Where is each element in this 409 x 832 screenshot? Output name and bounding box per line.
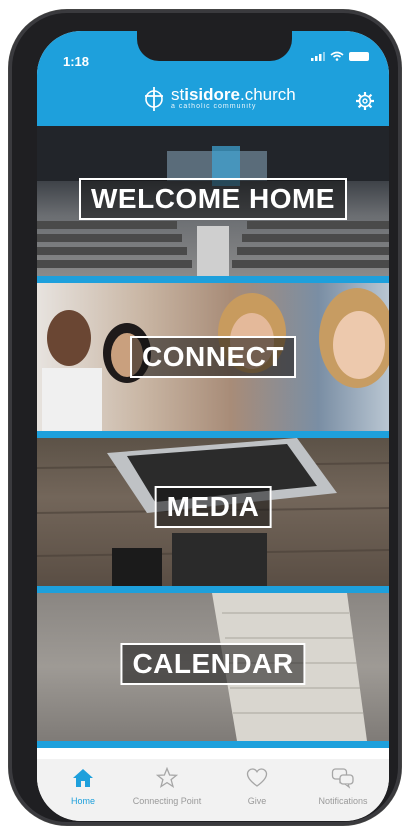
divider-stripe — [37, 741, 389, 748]
wifi-icon — [330, 51, 344, 61]
logo-tagline: a catholic community — [171, 103, 257, 110]
app-header: 1:18 stisidore.church a catholic communi… — [37, 31, 389, 126]
calendar-tile[interactable]: CALENDAR — [37, 593, 389, 741]
battery-icon — [349, 51, 369, 61]
tab-home-label: Home — [70, 796, 95, 806]
calendar-label: CALENDAR — [120, 643, 306, 685]
divider-stripe — [37, 276, 389, 283]
tab-home[interactable]: Home — [43, 767, 123, 806]
tab-connecting-point[interactable]: Connecting Point — [127, 766, 207, 806]
welcome-home-label: WELCOME HOME — [79, 178, 347, 220]
welcome-home-tile[interactable]: WELCOME HOME — [37, 126, 389, 276]
connect-tile[interactable]: CONNECT — [37, 283, 389, 431]
tab-connecting-point-label: Connecting Point — [132, 796, 202, 806]
bottom-tab-bar: Home Connecting Point Give Notifications — [37, 759, 389, 821]
phone-frame: 1:18 stisidore.church a catholic communi… — [9, 10, 401, 825]
media-label: MEDIA — [154, 486, 272, 528]
media-tile[interactable]: MEDIA — [37, 438, 389, 586]
star-icon — [155, 766, 179, 788]
app-screen: 1:18 stisidore.church a catholic communi… — [37, 31, 389, 821]
home-icon — [73, 769, 93, 787]
gear-icon[interactable] — [355, 91, 375, 111]
church-logo: stisidore.church a catholic community — [143, 85, 296, 111]
divider-stripe — [37, 431, 389, 438]
phone-notch — [137, 31, 292, 61]
status-time: 1:18 — [63, 54, 90, 69]
cross-logo-icon — [145, 87, 163, 111]
status-icons — [311, 51, 369, 61]
divider-stripe — [37, 586, 389, 593]
connect-label: CONNECT — [130, 336, 296, 378]
tab-give[interactable]: Give — [217, 767, 297, 806]
tab-notifications[interactable]: Notifications — [303, 767, 383, 806]
signal-icon — [311, 52, 325, 61]
chat-icon — [331, 768, 354, 789]
tab-give-label: Give — [247, 796, 267, 806]
tab-notifications-label: Notifications — [318, 796, 368, 806]
heart-icon — [246, 768, 268, 787]
logo-wordmark: stisidore.church — [171, 85, 296, 104]
